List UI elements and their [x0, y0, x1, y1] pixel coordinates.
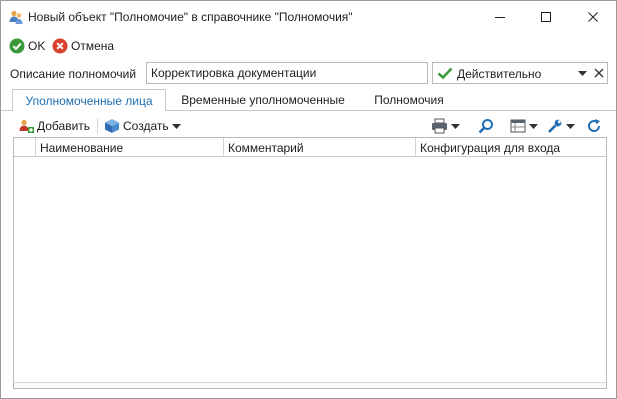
tab-strip: Уполномоченные лица Временные уполномоче…	[1, 89, 616, 112]
chevron-down-icon	[566, 123, 575, 129]
minimize-button[interactable]	[477, 1, 523, 33]
cross-circle-icon	[52, 38, 68, 54]
chevron-down-icon	[451, 123, 460, 129]
grid-body[interactable]	[14, 157, 606, 382]
column-header-name[interactable]: Наименование	[35, 138, 223, 156]
description-row: Описание полномочий Действительно	[1, 59, 616, 89]
chevron-down-icon[interactable]	[578, 71, 587, 76]
window-title: Новый объект "Полномочие" в справочнике …	[28, 10, 353, 24]
grid-header: Наименование Комментарий Конфигурация дл…	[14, 138, 606, 157]
grid-footer	[14, 382, 606, 388]
clear-icon[interactable]	[594, 68, 604, 78]
data-grid[interactable]: Наименование Комментарий Конфигурация дл…	[13, 137, 607, 389]
view-settings-button[interactable]	[510, 117, 538, 135]
chevron-down-icon	[171, 123, 181, 129]
description-input[interactable]	[146, 62, 428, 84]
check-circle-icon	[9, 38, 25, 54]
cancel-label: Отмена	[71, 39, 115, 53]
maximize-button[interactable]	[523, 1, 569, 33]
toolbar-separator	[97, 118, 98, 134]
users-icon	[8, 9, 24, 25]
refresh-icon	[586, 118, 602, 134]
cancel-button[interactable]: Отмена	[52, 37, 114, 55]
printer-icon	[431, 118, 448, 134]
grid-toolbar: Добавить Создать	[12, 115, 608, 137]
create-button[interactable]: Создать	[104, 117, 181, 135]
create-label: Создать	[123, 119, 169, 133]
tab-authorized-persons[interactable]: Уполномоченные лица	[12, 89, 166, 112]
chevron-down-icon	[529, 123, 538, 129]
settings-button[interactable]	[547, 117, 575, 135]
print-button[interactable]	[431, 117, 460, 135]
check-icon	[437, 66, 453, 80]
add-button[interactable]: Добавить	[18, 117, 90, 135]
close-button[interactable]	[570, 1, 616, 33]
title-bar: Новый объект "Полномочие" в справочнике …	[1, 1, 616, 33]
cube-icon	[104, 118, 120, 134]
dialog-window: Новый объект "Полномочие" в справочнике …	[0, 0, 617, 399]
status-dropdown[interactable]: Действительно	[432, 62, 608, 84]
add-user-icon	[18, 118, 34, 134]
search-button[interactable]	[478, 117, 494, 135]
tab-panel: Добавить Создать Наименование Комментари…	[1, 111, 616, 398]
status-value: Действительно	[457, 67, 542, 81]
row-indicator-header	[14, 138, 35, 156]
tab-authorities[interactable]: Полномочия	[361, 89, 457, 111]
wrench-icon	[547, 118, 563, 134]
action-bar: OK Отмена	[1, 33, 616, 59]
refresh-button[interactable]	[586, 117, 602, 135]
description-label: Описание полномочий	[10, 67, 137, 81]
tab-temporary-authorized[interactable]: Временные уполномоченные	[173, 89, 353, 111]
column-header-login-config[interactable]: Конфигурация для входа	[415, 138, 606, 156]
ok-button[interactable]: OK	[9, 37, 45, 55]
add-label: Добавить	[37, 119, 91, 133]
ok-label: OK	[28, 39, 46, 53]
search-icon	[478, 118, 494, 134]
column-header-comment[interactable]: Комментарий	[223, 138, 415, 156]
table-view-icon	[510, 118, 526, 134]
